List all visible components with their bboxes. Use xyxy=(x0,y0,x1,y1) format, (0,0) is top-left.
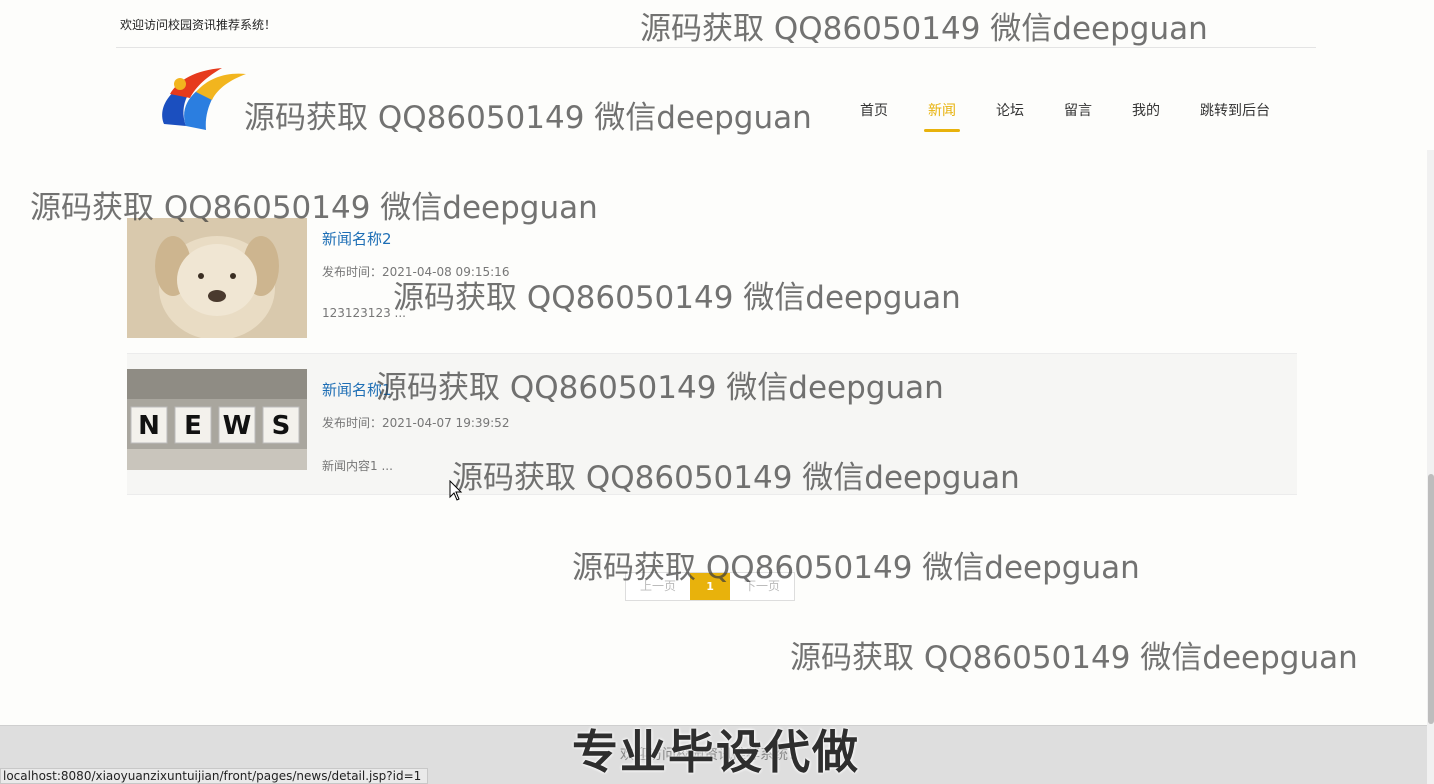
news-thumbnail-puppy[interactable] xyxy=(127,218,307,338)
top-bar: 欢迎访问校园资讯推荐系统！ xyxy=(116,0,1316,48)
news-title[interactable]: 新闻名称1 xyxy=(322,379,509,400)
site-logo[interactable] xyxy=(156,64,248,138)
nav-message[interactable]: 留言 xyxy=(1064,96,1092,132)
status-bar-url: localhost:8080/xiaoyuanzixuntuijian/fron… xyxy=(0,768,429,784)
main-nav: 首页 新闻 论坛 留言 我的 跳转到后台 xyxy=(860,96,1290,132)
news-excerpt: 新闻内容1 ... xyxy=(322,459,393,473)
footer-banner: 专业毕设代做 xyxy=(572,725,860,779)
pagination: 上一页 1 下一页 xyxy=(625,572,796,601)
nav-home[interactable]: 首页 xyxy=(860,96,888,132)
welcome-text: 欢迎访问校园资讯推荐系统！ xyxy=(120,18,277,32)
news-thumbnail-news-blocks[interactable]: N E W S xyxy=(127,369,307,470)
scrollbar-thumb[interactable] xyxy=(1428,474,1434,724)
news-item[interactable]: 新闻名称2 发布时间：2021-04-08 09:15:16 123123123… xyxy=(127,218,1297,338)
nav-forum[interactable]: 论坛 xyxy=(996,96,1024,132)
news-title[interactable]: 新闻名称2 xyxy=(322,228,509,249)
prev-page-button[interactable]: 上一页 xyxy=(626,573,690,600)
nav-admin[interactable]: 跳转到后台 xyxy=(1200,96,1270,132)
svg-text:E: E xyxy=(184,411,202,441)
svg-text:W: W xyxy=(223,411,252,441)
news-list: 新闻名称2 发布时间：2021-04-08 09:15:16 123123123… xyxy=(127,218,1297,495)
next-page-button[interactable]: 下一页 xyxy=(730,573,794,600)
svg-text:N: N xyxy=(138,411,160,441)
svg-text:S: S xyxy=(272,411,291,441)
news-date: 发布时间：2021-04-07 19:39:52 xyxy=(322,416,510,430)
current-page-button[interactable]: 1 xyxy=(690,573,731,600)
nav-news[interactable]: 新闻 xyxy=(924,96,960,132)
nav-mine[interactable]: 我的 xyxy=(1132,96,1160,132)
mouse-pointer-icon xyxy=(449,480,463,501)
news-date: 发布时间：2021-04-08 09:15:16 xyxy=(322,265,510,279)
news-item[interactable]: N E W S 新闻名称1 发布时间：2021-04-07 19:39:52 新… xyxy=(127,353,1297,495)
news-excerpt: 123123123 ... xyxy=(322,306,406,320)
watermark: 源码获取 QQ86050149 微信deepguan xyxy=(790,640,1358,676)
watermark: 源码获取 QQ86050149 微信deepguan xyxy=(244,100,812,136)
